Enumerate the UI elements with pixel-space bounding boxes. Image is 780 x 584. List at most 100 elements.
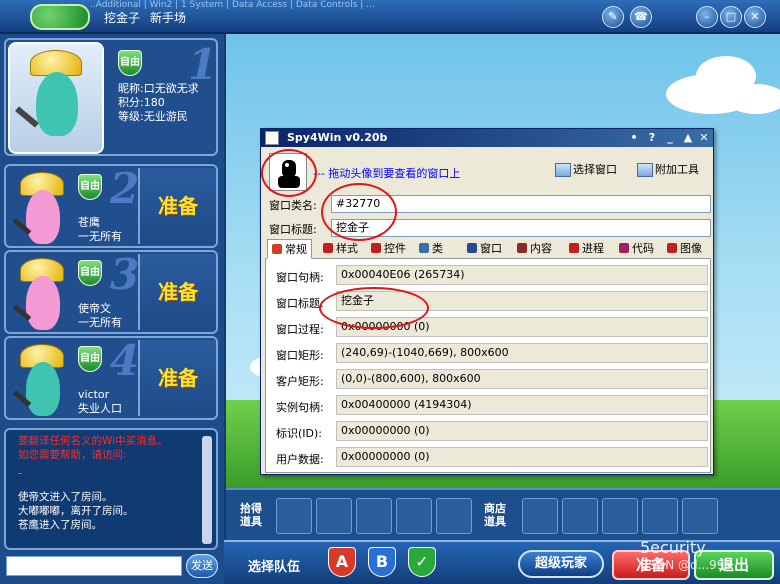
tab-style[interactable]: 样式 [323,239,358,259]
tab-window[interactable]: 窗口 [467,239,502,259]
status-badge: 自由 [78,174,102,200]
annotation-circle [261,149,317,197]
team-select-label: 选择队伍 [248,560,301,575]
item-slot[interactable] [396,498,432,534]
attach-tool-button[interactable]: 附加工具 [637,161,699,177]
item-slot[interactable] [316,498,352,534]
item-slot[interactable] [682,498,718,534]
settings-icon[interactable]: ✎ [602,6,624,28]
row-value[interactable]: 0x00000000 (0) [336,421,708,441]
player-card[interactable]: 自由 4 victor 失业人口 准备 [4,336,218,420]
close-icon[interactable]: ✕ [697,131,711,144]
seat-number: 3 [110,250,140,299]
tab-image[interactable]: 图像 [667,239,702,259]
controls-icon [371,243,381,253]
shop-items-label: 商店道具 [484,502,506,528]
select-window-button[interactable]: 选择窗口 [555,161,617,177]
level-row: 等级:无业游民 [118,110,188,123]
score-row: 积分:180 [118,96,165,109]
game-title: 挖金子 [104,11,141,25]
watermark-title: 5ecurity [640,538,706,557]
chat-help-link[interactable] [18,462,200,490]
minimize-icon[interactable]: – [696,6,718,28]
tab-code[interactable]: 代码 [619,239,654,259]
minimize-icon[interactable]: _ [663,131,677,144]
spy4win-window: Spy4Win v0.20b • ? _ ▲ ✕ --- 拖动头像到要查看的窗口… [260,128,714,475]
tab-content[interactable]: 内容 [517,239,552,259]
player-card[interactable]: 自由 2 苍鹰 一无所有 准备 [4,164,218,248]
game-mode: 新手场 [150,11,187,25]
seat-number: 2 [110,164,140,213]
image-icon [667,243,677,253]
team-a-button[interactable]: A [328,547,356,577]
annotation-circle [319,287,429,329]
row-value[interactable]: 0x00400000 (4194304) [336,395,708,415]
row-value[interactable]: 0x00000000 (0) [336,447,708,467]
close-icon[interactable]: ✕ [744,6,766,28]
seat-number: 4 [110,336,140,385]
team-b-button[interactable]: B [368,547,396,577]
item-slot[interactable] [356,498,392,534]
player-info-block: victor 失业人口 [78,388,122,416]
send-button[interactable]: 发送 [186,554,218,578]
row-value[interactable]: 0x00040E06 (265734) [336,265,708,285]
chat-line: 大嘟嘟嘟，离开了房间。 [18,505,134,517]
tab-controls[interactable]: 控件 [371,239,406,259]
status-badge: 自由 [78,346,102,372]
player-level: 一无所有 [78,316,122,329]
double-item-icon[interactable] [602,498,638,534]
chat-line: 要翻译任何名义的Wi中买消息。 [18,435,168,447]
content-icon [517,243,527,253]
game-logo [30,4,90,30]
tab-class[interactable]: 类 [419,239,443,259]
spy-app-icon [265,131,279,145]
pin-icon[interactable]: • [627,131,641,144]
chat-log[interactable]: 要翻译任何名义的Wi中买消息。 如您需要帮助，请访问: 使帝文进入了房间。 大嘟… [4,428,218,550]
collapse-icon[interactable]: ▲ [681,131,695,144]
super-player-button[interactable]: 超级玩家 [518,550,604,578]
row-label: 实例句柄: [276,401,324,414]
row-label: 窗口过程: [276,323,324,336]
item-slot[interactable] [276,498,312,534]
ready-indicator: 准备 [138,340,216,416]
ready-indicator: 准备 [138,254,216,330]
row-value[interactable]: (240,69)-(1040,669), 800x600 [336,343,708,363]
help-icon[interactable]: ? [645,131,659,144]
tab-general[interactable]: 常规 [267,239,312,259]
items-bar: 拾得道具 商店道具 [226,488,780,540]
ladder-item-icon[interactable] [522,498,558,534]
player-level: 一无所有 [78,230,122,243]
clock-item-icon[interactable] [562,498,598,534]
watermark-subtitle: CSDN @d...998 [640,558,732,572]
player-card-self: 自由 1 昵称:口无欲无求 积分:180 等级:无业游民 [4,38,218,156]
chat-line: 苍鹰进入了房间。 [18,519,102,531]
maximize-icon[interactable]: □ [720,6,742,28]
tab-process[interactable]: 进程 [569,239,604,259]
player-avatar [8,42,104,154]
drag-hint: --- 拖动头像到要查看的窗口上 [313,167,461,180]
chat-line: 使帝文进入了房间。 [18,491,113,503]
process-icon [569,243,579,253]
team-confirm-button[interactable]: ✓ [408,547,436,577]
tab-bar: 常规 样式 控件 类 窗口 内容 进程 代码 图像 [265,239,711,259]
general-panel: 窗口句柄: 0x00040E06 (265734) 窗口标题: 挖金子 窗口过程… [265,259,711,473]
row-label: 窗口标题: [276,297,324,310]
item-slot[interactable] [642,498,678,534]
player-name: 使帝文 [78,302,111,315]
row-label: 客户矩形: [276,375,324,388]
help-icon[interactable]: ☎ [630,6,652,28]
class-name-label: 窗口类名: [269,199,317,212]
player-info-block: 昵称:口无欲无求 积分:180 等级:无业游民 [118,82,199,124]
status-badge: 自由 [118,50,142,76]
chat-line: 如您需要帮助，请访问: [18,449,127,461]
window-icon [555,163,571,177]
row-value[interactable]: (0,0)-(800,600), 800x600 [336,369,708,389]
chat-scrollbar[interactable] [202,436,212,544]
annotation-circle [321,183,397,241]
class-icon [419,243,429,253]
player-info-block: 苍鹰 一无所有 [78,216,122,244]
player-card[interactable]: 自由 3 使帝文 一无所有 准备 [4,250,218,334]
item-slot[interactable] [436,498,472,534]
chat-input[interactable] [6,556,182,576]
nickname-row: 昵称:口无欲无求 [118,82,199,95]
